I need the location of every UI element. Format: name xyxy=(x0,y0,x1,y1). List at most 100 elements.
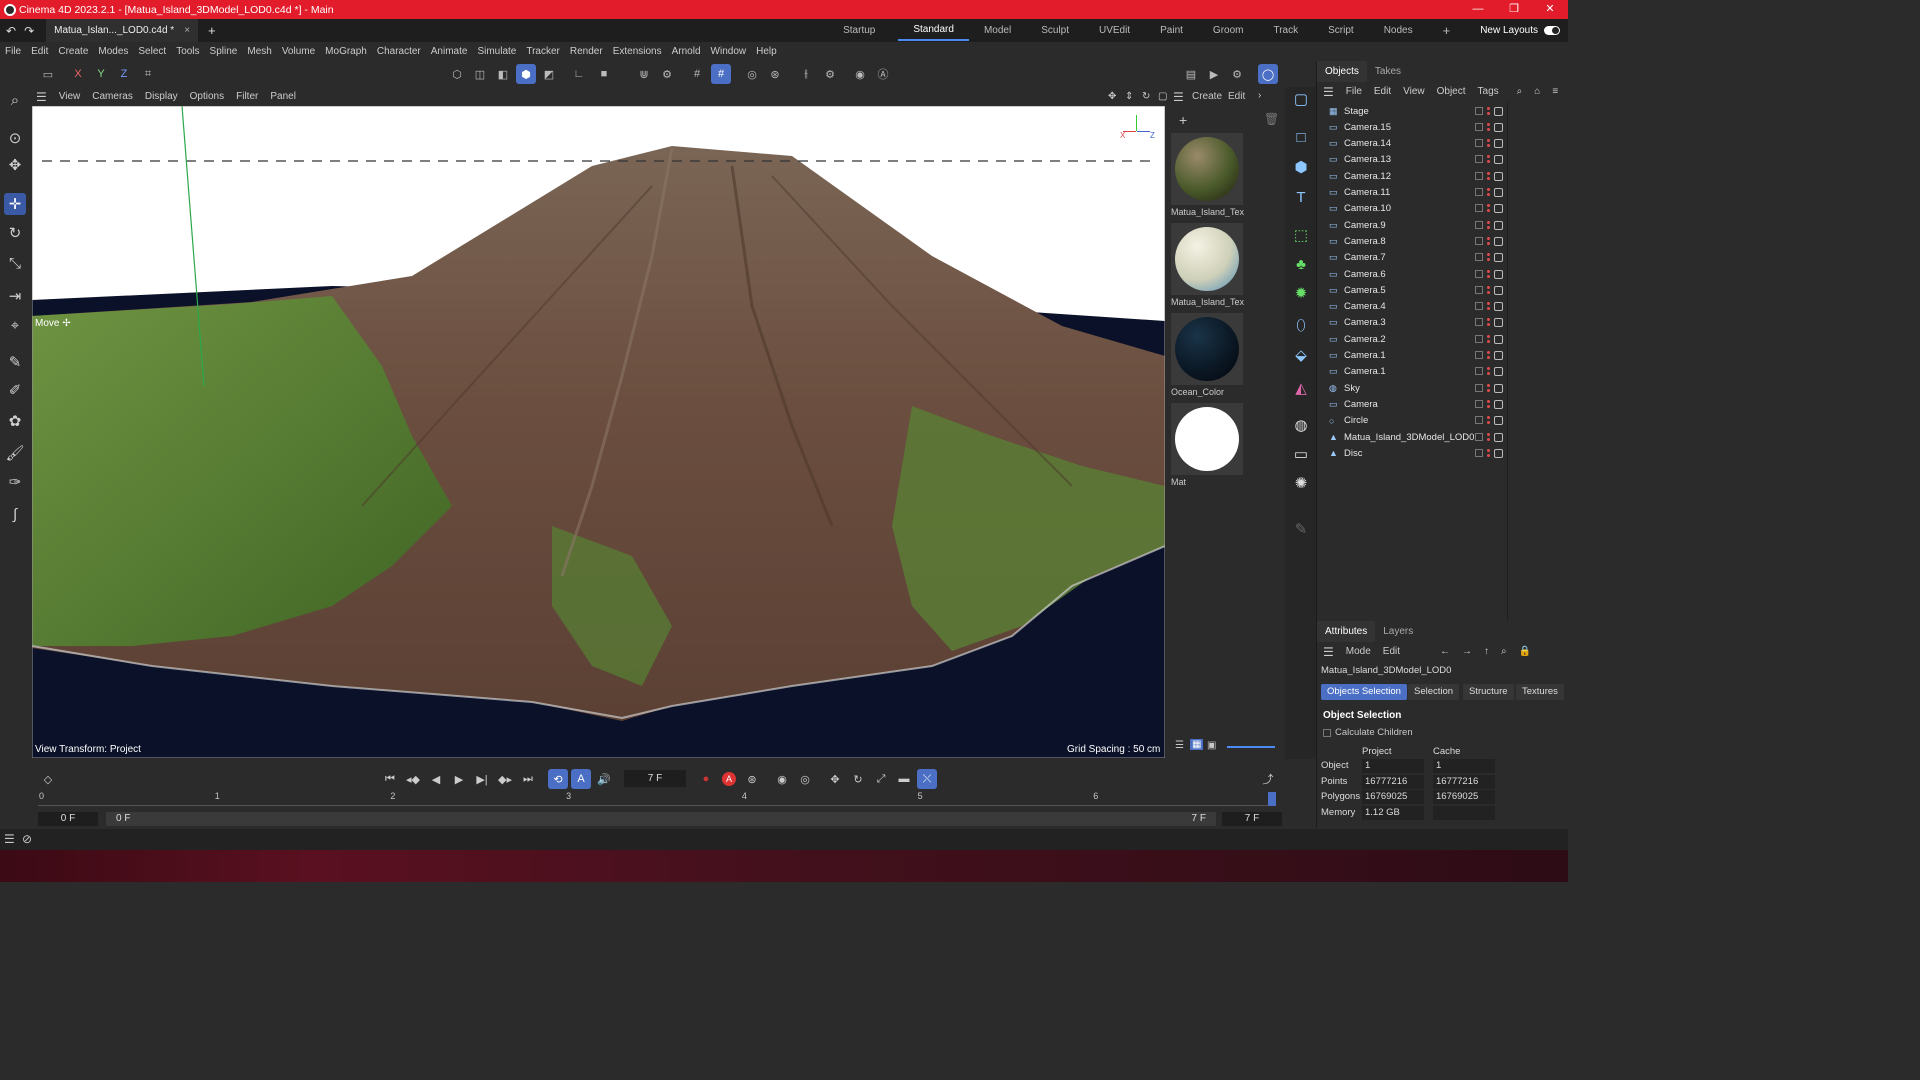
menu-volume[interactable]: Volume xyxy=(277,46,320,57)
object-tag-icon[interactable] xyxy=(1494,351,1503,360)
minimize-button[interactable]: — xyxy=(1460,0,1496,19)
record-active-icon[interactable]: ● xyxy=(696,769,716,789)
cube-icon[interactable]: ⬢ xyxy=(1289,155,1313,179)
tweak-mode-icon[interactable]: ■ xyxy=(594,64,614,84)
menu-help[interactable]: Help xyxy=(751,46,782,57)
rotate-tool-icon[interactable]: ↻ xyxy=(4,222,26,244)
menu-modes[interactable]: Modes xyxy=(93,46,133,57)
layout-model[interactable]: Model xyxy=(969,25,1026,36)
menu-simulate[interactable]: Simulate xyxy=(472,46,521,57)
object-row[interactable]: ▭ Camera.9 xyxy=(1329,217,1567,233)
tab-attributes[interactable]: Attributes xyxy=(1317,621,1376,642)
layer-checkbox[interactable] xyxy=(1475,302,1483,311)
scale-tool-icon[interactable]: ⤡ xyxy=(4,252,26,274)
object-row[interactable]: ▭ Camera.1 xyxy=(1329,364,1567,380)
menu-mograph[interactable]: MoGraph xyxy=(320,46,372,57)
soft-selection-settings-icon[interactable]: ⊛ xyxy=(765,64,785,84)
document-tab[interactable]: Matua_Islan..._LOD0.c4d * × xyxy=(46,19,199,42)
polygons-mode-icon[interactable]: ◧ xyxy=(493,64,513,84)
render-view-icon[interactable]: ▤ xyxy=(1181,64,1201,84)
visibility-dots-icon[interactable] xyxy=(1487,204,1490,213)
menu-arnold[interactable]: Arnold xyxy=(667,46,706,57)
objects-filter-icon[interactable]: ≡ xyxy=(1546,86,1564,97)
layer-checkbox[interactable] xyxy=(1475,269,1483,278)
timeline-settings-icon[interactable]: ▬ xyxy=(894,769,914,789)
magnet-tool-icon[interactable]: ∫ xyxy=(4,503,26,525)
coordinate-system-icon[interactable]: ⌗ xyxy=(138,64,158,84)
axis-x-button[interactable]: X xyxy=(68,64,88,84)
layer-checkbox[interactable] xyxy=(1475,220,1483,229)
subtab-textures[interactable]: Textures xyxy=(1516,684,1564,700)
new-material-icon[interactable]: + xyxy=(1179,112,1187,128)
tab-layers[interactable]: Layers xyxy=(1375,621,1421,642)
symmetry-icon[interactable]: ⫲ xyxy=(796,64,816,84)
axis-z-button[interactable]: Z xyxy=(114,64,134,84)
material-menu-edit[interactable]: Edit xyxy=(1228,91,1245,102)
attributes-search-icon[interactable]: ⌕ xyxy=(1495,646,1513,657)
layer-checkbox[interactable] xyxy=(1475,122,1483,131)
undo-icon[interactable]: ↶ xyxy=(6,24,16,38)
object-tag-icon[interactable] xyxy=(1494,285,1503,295)
viewport-menu-filter[interactable]: Filter xyxy=(230,91,264,102)
layer-checkbox[interactable] xyxy=(1475,383,1483,392)
visibility-dots-icon[interactable] xyxy=(1487,416,1490,425)
subtab-selection[interactable]: Selection xyxy=(1408,684,1460,700)
position-key-icon[interactable]: ◉ xyxy=(772,769,792,789)
layout-groom[interactable]: Groom xyxy=(1198,25,1259,36)
locking-icon[interactable]: ◉ xyxy=(850,64,870,84)
layer-checkbox[interactable] xyxy=(1475,351,1483,359)
mograph-icon[interactable]: ◭ xyxy=(1289,376,1313,400)
object-row[interactable]: ▭ Camera.10 xyxy=(1329,201,1567,217)
soft-selection-icon[interactable]: ◎ xyxy=(742,64,762,84)
menu-extensions[interactable]: Extensions xyxy=(608,46,667,57)
axis-mode-icon[interactable]: ∟ xyxy=(569,64,589,84)
zoom-slider[interactable] xyxy=(1227,746,1275,748)
object-tag-icon[interactable] xyxy=(1494,188,1503,197)
menu-mesh[interactable]: Mesh xyxy=(242,46,276,57)
points-mode-icon[interactable]: ⬡ xyxy=(447,64,467,84)
add-tab-icon[interactable]: + xyxy=(208,23,216,38)
layout-track[interactable]: Track xyxy=(1258,25,1313,36)
knife-tool-icon[interactable]: ✑ xyxy=(4,471,26,493)
layer-checkbox[interactable] xyxy=(1475,399,1483,408)
layer-checkbox[interactable] xyxy=(1475,139,1483,148)
tab-objects[interactable]: Objects xyxy=(1317,61,1367,82)
menu-tracker[interactable]: Tracker xyxy=(521,46,565,57)
layer-checkbox[interactable] xyxy=(1475,318,1483,327)
visibility-dots-icon[interactable] xyxy=(1487,448,1490,457)
object-tag-icon[interactable] xyxy=(1494,204,1503,214)
layer-checkbox[interactable] xyxy=(1475,171,1483,180)
layer-checkbox[interactable] xyxy=(1475,285,1483,294)
object-row[interactable]: ▭ Camera.3 xyxy=(1329,315,1567,331)
text-icon[interactable]: T xyxy=(1289,185,1313,209)
large-view-icon[interactable]: ▣ xyxy=(1207,740,1216,751)
objects-menu-file[interactable]: File xyxy=(1340,86,1368,97)
deformer-icon[interactable]: ✹ xyxy=(1289,281,1313,305)
object-tag-icon[interactable] xyxy=(1494,236,1503,246)
rotation-key-icon[interactable]: ◎ xyxy=(795,769,815,789)
attributes-lock-icon[interactable]: 🔒 xyxy=(1513,646,1537,657)
visibility-dots-icon[interactable] xyxy=(1487,367,1490,376)
viewport[interactable] xyxy=(32,106,1165,758)
field-icon[interactable]: ⬯ xyxy=(1289,313,1313,337)
object-tag-icon[interactable] xyxy=(1494,416,1503,426)
object-row[interactable]: ▭ Camera.2 xyxy=(1329,331,1567,347)
menu-character[interactable]: Character xyxy=(372,46,426,57)
transfer-tool-icon[interactable]: ⇥ xyxy=(4,285,26,307)
status-check-icon[interactable]: ⊘ xyxy=(22,832,32,846)
environment-icon[interactable]: ◍ xyxy=(1289,413,1313,437)
attributes-forward-icon[interactable]: → xyxy=(1456,646,1478,657)
current-frame-field[interactable]: 7 F xyxy=(624,770,686,787)
viewport-menu-cameras[interactable]: Cameras xyxy=(86,91,139,102)
layout-paint[interactable]: Paint xyxy=(1145,25,1198,36)
visibility-dots-icon[interactable] xyxy=(1487,285,1490,294)
render-picture-viewer-icon[interactable]: ▶ xyxy=(1204,64,1224,84)
visibility-dots-icon[interactable] xyxy=(1487,318,1490,327)
calculate-children-checkbox[interactable] xyxy=(1323,728,1331,737)
autokey-icon[interactable]: A xyxy=(719,769,739,789)
object-row[interactable]: ▲ Disc xyxy=(1329,445,1567,461)
objects-search-icon[interactable]: ⌕ xyxy=(1511,86,1529,97)
cube-generator-icon[interactable]: ▢ xyxy=(1289,87,1313,111)
object-row[interactable]: ▦ Stage xyxy=(1329,103,1567,119)
visibility-dots-icon[interactable] xyxy=(1487,155,1490,164)
